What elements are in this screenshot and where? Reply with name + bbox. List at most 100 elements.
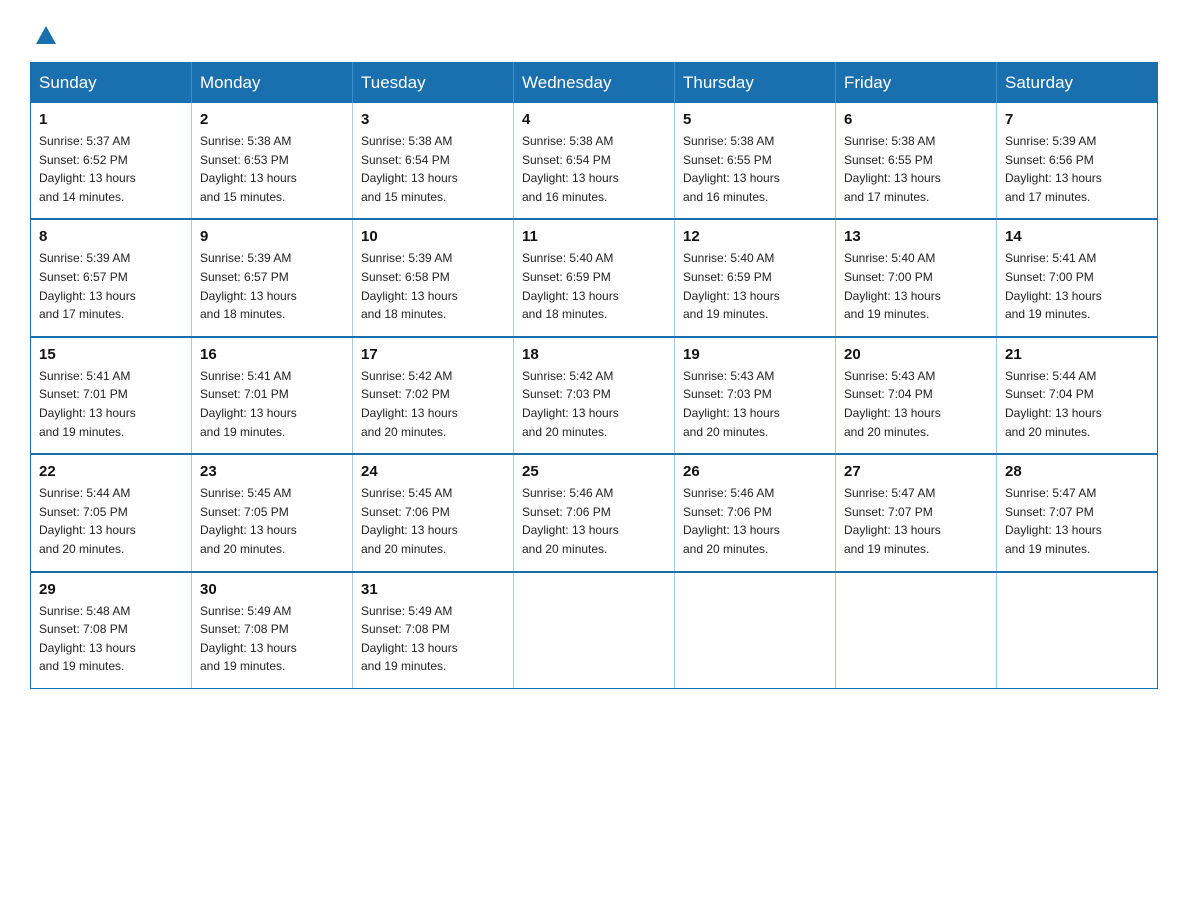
calendar-cell: 17 Sunrise: 5:42 AMSunset: 7:02 PMDaylig… [353, 337, 514, 454]
day-info: Sunrise: 5:39 AMSunset: 6:57 PMDaylight:… [39, 249, 183, 323]
calendar-cell: 16 Sunrise: 5:41 AMSunset: 7:01 PMDaylig… [192, 337, 353, 454]
day-info: Sunrise: 5:41 AMSunset: 7:01 PMDaylight:… [200, 367, 344, 441]
day-number: 2 [200, 111, 344, 128]
day-number: 15 [39, 346, 183, 363]
day-number: 19 [683, 346, 827, 363]
day-info: Sunrise: 5:39 AMSunset: 6:58 PMDaylight:… [361, 249, 505, 323]
weekday-header-tuesday: Tuesday [353, 63, 514, 104]
day-info: Sunrise: 5:40 AMSunset: 7:00 PMDaylight:… [844, 249, 988, 323]
calendar-cell: 23 Sunrise: 5:45 AMSunset: 7:05 PMDaylig… [192, 454, 353, 571]
calendar-cell: 28 Sunrise: 5:47 AMSunset: 7:07 PMDaylig… [997, 454, 1158, 571]
calendar-cell: 22 Sunrise: 5:44 AMSunset: 7:05 PMDaylig… [31, 454, 192, 571]
day-number: 30 [200, 581, 344, 598]
calendar-cell: 25 Sunrise: 5:46 AMSunset: 7:06 PMDaylig… [514, 454, 675, 571]
day-number: 17 [361, 346, 505, 363]
calendar-week-row: 15 Sunrise: 5:41 AMSunset: 7:01 PMDaylig… [31, 337, 1158, 454]
calendar-cell: 12 Sunrise: 5:40 AMSunset: 6:59 PMDaylig… [675, 219, 836, 336]
calendar-cell: 5 Sunrise: 5:38 AMSunset: 6:55 PMDayligh… [675, 103, 836, 219]
calendar-cell: 15 Sunrise: 5:41 AMSunset: 7:01 PMDaylig… [31, 337, 192, 454]
day-info: Sunrise: 5:49 AMSunset: 7:08 PMDaylight:… [200, 602, 344, 676]
calendar-cell: 10 Sunrise: 5:39 AMSunset: 6:58 PMDaylig… [353, 219, 514, 336]
day-number: 9 [200, 228, 344, 245]
day-number: 27 [844, 463, 988, 480]
calendar-cell: 20 Sunrise: 5:43 AMSunset: 7:04 PMDaylig… [836, 337, 997, 454]
calendar-cell: 6 Sunrise: 5:38 AMSunset: 6:55 PMDayligh… [836, 103, 997, 219]
logo-icon [32, 20, 60, 48]
day-info: Sunrise: 5:46 AMSunset: 7:06 PMDaylight:… [522, 484, 666, 558]
calendar-cell: 8 Sunrise: 5:39 AMSunset: 6:57 PMDayligh… [31, 219, 192, 336]
day-info: Sunrise: 5:42 AMSunset: 7:03 PMDaylight:… [522, 367, 666, 441]
page-header [30, 20, 1158, 42]
calendar-cell: 31 Sunrise: 5:49 AMSunset: 7:08 PMDaylig… [353, 572, 514, 689]
calendar-cell: 29 Sunrise: 5:48 AMSunset: 7:08 PMDaylig… [31, 572, 192, 689]
day-info: Sunrise: 5:44 AMSunset: 7:05 PMDaylight:… [39, 484, 183, 558]
day-number: 7 [1005, 111, 1149, 128]
day-info: Sunrise: 5:41 AMSunset: 7:01 PMDaylight:… [39, 367, 183, 441]
day-number: 20 [844, 346, 988, 363]
calendar-cell: 4 Sunrise: 5:38 AMSunset: 6:54 PMDayligh… [514, 103, 675, 219]
day-info: Sunrise: 5:38 AMSunset: 6:55 PMDaylight:… [683, 132, 827, 206]
day-info: Sunrise: 5:38 AMSunset: 6:54 PMDaylight:… [522, 132, 666, 206]
day-number: 25 [522, 463, 666, 480]
day-info: Sunrise: 5:38 AMSunset: 6:54 PMDaylight:… [361, 132, 505, 206]
calendar-cell: 14 Sunrise: 5:41 AMSunset: 7:00 PMDaylig… [997, 219, 1158, 336]
day-info: Sunrise: 5:40 AMSunset: 6:59 PMDaylight:… [683, 249, 827, 323]
day-info: Sunrise: 5:46 AMSunset: 7:06 PMDaylight:… [683, 484, 827, 558]
day-number: 16 [200, 346, 344, 363]
day-info: Sunrise: 5:47 AMSunset: 7:07 PMDaylight:… [844, 484, 988, 558]
day-info: Sunrise: 5:37 AMSunset: 6:52 PMDaylight:… [39, 132, 183, 206]
calendar-cell: 3 Sunrise: 5:38 AMSunset: 6:54 PMDayligh… [353, 103, 514, 219]
weekday-header-thursday: Thursday [675, 63, 836, 104]
day-info: Sunrise: 5:44 AMSunset: 7:04 PMDaylight:… [1005, 367, 1149, 441]
day-number: 18 [522, 346, 666, 363]
day-number: 6 [844, 111, 988, 128]
day-number: 11 [522, 228, 666, 245]
logo [30, 20, 60, 42]
calendar-cell: 1 Sunrise: 5:37 AMSunset: 6:52 PMDayligh… [31, 103, 192, 219]
day-info: Sunrise: 5:40 AMSunset: 6:59 PMDaylight:… [522, 249, 666, 323]
calendar-week-row: 22 Sunrise: 5:44 AMSunset: 7:05 PMDaylig… [31, 454, 1158, 571]
day-number: 14 [1005, 228, 1149, 245]
weekday-header-wednesday: Wednesday [514, 63, 675, 104]
day-number: 10 [361, 228, 505, 245]
day-number: 8 [39, 228, 183, 245]
calendar-cell: 2 Sunrise: 5:38 AMSunset: 6:53 PMDayligh… [192, 103, 353, 219]
day-info: Sunrise: 5:47 AMSunset: 7:07 PMDaylight:… [1005, 484, 1149, 558]
day-number: 5 [683, 111, 827, 128]
day-number: 13 [844, 228, 988, 245]
calendar-cell: 18 Sunrise: 5:42 AMSunset: 7:03 PMDaylig… [514, 337, 675, 454]
day-info: Sunrise: 5:38 AMSunset: 6:55 PMDaylight:… [844, 132, 988, 206]
day-number: 12 [683, 228, 827, 245]
calendar-cell: 11 Sunrise: 5:40 AMSunset: 6:59 PMDaylig… [514, 219, 675, 336]
day-number: 3 [361, 111, 505, 128]
day-info: Sunrise: 5:45 AMSunset: 7:06 PMDaylight:… [361, 484, 505, 558]
weekday-header-sunday: Sunday [31, 63, 192, 104]
calendar-table: SundayMondayTuesdayWednesdayThursdayFrid… [30, 62, 1158, 689]
calendar-cell: 30 Sunrise: 5:49 AMSunset: 7:08 PMDaylig… [192, 572, 353, 689]
day-info: Sunrise: 5:38 AMSunset: 6:53 PMDaylight:… [200, 132, 344, 206]
calendar-cell: 26 Sunrise: 5:46 AMSunset: 7:06 PMDaylig… [675, 454, 836, 571]
day-number: 28 [1005, 463, 1149, 480]
calendar-cell: 7 Sunrise: 5:39 AMSunset: 6:56 PMDayligh… [997, 103, 1158, 219]
calendar-week-row: 8 Sunrise: 5:39 AMSunset: 6:57 PMDayligh… [31, 219, 1158, 336]
day-info: Sunrise: 5:39 AMSunset: 6:56 PMDaylight:… [1005, 132, 1149, 206]
day-number: 29 [39, 581, 183, 598]
calendar-cell: 13 Sunrise: 5:40 AMSunset: 7:00 PMDaylig… [836, 219, 997, 336]
day-info: Sunrise: 5:41 AMSunset: 7:00 PMDaylight:… [1005, 249, 1149, 323]
day-info: Sunrise: 5:49 AMSunset: 7:08 PMDaylight:… [361, 602, 505, 676]
calendar-cell: 24 Sunrise: 5:45 AMSunset: 7:06 PMDaylig… [353, 454, 514, 571]
day-number: 24 [361, 463, 505, 480]
day-info: Sunrise: 5:42 AMSunset: 7:02 PMDaylight:… [361, 367, 505, 441]
day-info: Sunrise: 5:39 AMSunset: 6:57 PMDaylight:… [200, 249, 344, 323]
weekday-header-monday: Monday [192, 63, 353, 104]
day-info: Sunrise: 5:45 AMSunset: 7:05 PMDaylight:… [200, 484, 344, 558]
day-number: 21 [1005, 346, 1149, 363]
day-number: 1 [39, 111, 183, 128]
day-number: 31 [361, 581, 505, 598]
day-number: 4 [522, 111, 666, 128]
day-info: Sunrise: 5:43 AMSunset: 7:03 PMDaylight:… [683, 367, 827, 441]
calendar-header-row: SundayMondayTuesdayWednesdayThursdayFrid… [31, 63, 1158, 104]
day-info: Sunrise: 5:48 AMSunset: 7:08 PMDaylight:… [39, 602, 183, 676]
day-info: Sunrise: 5:43 AMSunset: 7:04 PMDaylight:… [844, 367, 988, 441]
calendar-cell: 27 Sunrise: 5:47 AMSunset: 7:07 PMDaylig… [836, 454, 997, 571]
